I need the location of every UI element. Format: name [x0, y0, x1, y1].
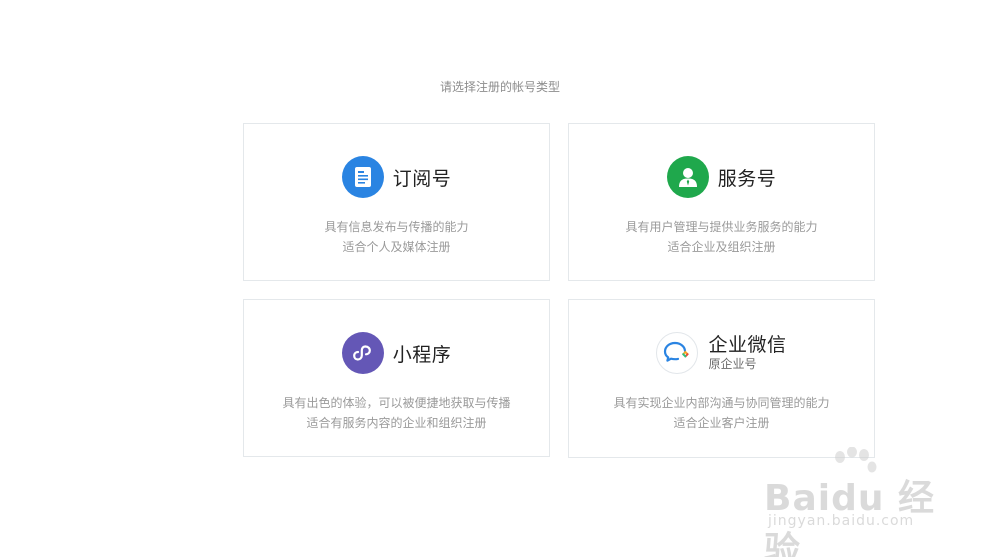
wechat-work-icon — [656, 332, 699, 374]
description-line: 适合企业及组织注册 — [667, 240, 776, 254]
mini-program-icon — [341, 332, 384, 374]
baidu-watermark: Baidu 经验 jingyan.baidu.com — [762, 447, 952, 557]
card-service-account[interactable]: 服务号 具有用户管理与提供业务服务的能力 适合企业及组织注册 — [568, 123, 875, 281]
card-subscription-account[interactable]: 订阅号 具有信息发布与传播的能力 适合个人及媒体注册 — [243, 123, 550, 281]
card-description: 具有出色的体验，可以被便捷地获取与传播 适合有服务内容的企业和组织注册 — [244, 393, 549, 433]
description-line: 具有信息发布与传播的能力 — [324, 220, 469, 234]
card-header: 服务号 — [569, 156, 874, 198]
card-description: 具有用户管理与提供业务服务的能力 适合企业及组织注册 — [569, 217, 874, 257]
card-title: 企业微信 — [708, 334, 787, 356]
card-description: 具有实现企业内部沟通与协同管理的能力 适合企业客户注册 — [569, 393, 874, 433]
watermark-url: jingyan.baidu.com — [768, 513, 915, 529]
card-header: 订阅号 — [244, 156, 549, 198]
card-header: 小程序 — [244, 332, 549, 374]
document-icon — [341, 156, 384, 198]
card-wechat-work[interactable]: 企业微信 原企业号 具有实现企业内部沟通与协同管理的能力 适合企业客户注册 — [568, 299, 875, 458]
account-type-page: 请选择注册的帐号类型 订阅号 具有信息发布与传播的能力 适合个人及媒体注册 服务… — [0, 0, 1000, 557]
card-mini-program[interactable]: 小程序 具有出色的体验，可以被便捷地获取与传播 适合有服务内容的企业和组织注册 — [243, 299, 550, 457]
description-line: 适合有服务内容的企业和组织注册 — [306, 416, 487, 430]
description-line: 适合个人及媒体注册 — [342, 240, 451, 254]
page-prompt: 请选择注册的帐号类型 — [439, 80, 560, 94]
card-description: 具有信息发布与传播的能力 适合个人及媒体注册 — [244, 217, 549, 257]
card-title-group: 企业微信 原企业号 — [708, 334, 786, 372]
description-line: 适合企业客户注册 — [673, 416, 770, 430]
description-line: 具有用户管理与提供业务服务的能力 — [625, 220, 818, 234]
description-line: 具有实现企业内部沟通与协同管理的能力 — [613, 396, 830, 410]
card-subtitle: 原企业号 — [708, 357, 757, 371]
card-title: 服务号 — [717, 167, 777, 190]
card-header: 企业微信 原企业号 — [569, 332, 874, 374]
description-line: 具有出色的体验，可以被便捷地获取与传播 — [282, 396, 511, 410]
card-title: 小程序 — [392, 343, 452, 366]
card-title: 订阅号 — [392, 167, 452, 190]
user-icon — [666, 156, 709, 198]
